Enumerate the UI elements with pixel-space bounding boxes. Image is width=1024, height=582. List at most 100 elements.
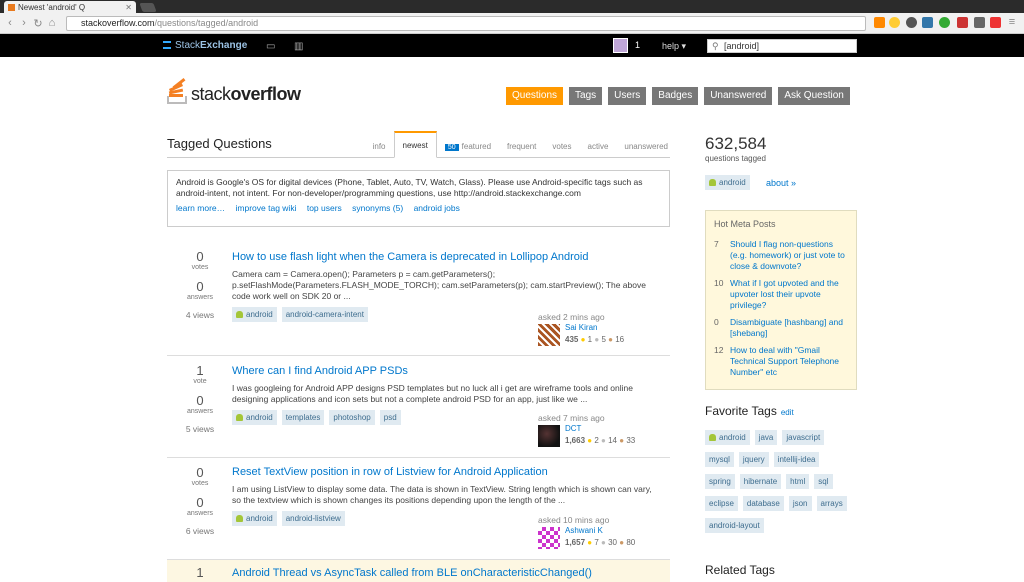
question-title-link[interactable]: Where can I find Android APP PSDs (232, 365, 408, 377)
favorite-tag[interactable]: hibernate (739, 474, 782, 489)
new-tab-button[interactable] (139, 3, 157, 12)
extension-icon[interactable] (922, 17, 933, 28)
extension-icon[interactable] (906, 17, 917, 28)
browser-tab[interactable]: Newest 'android' Q ✕ (4, 1, 136, 13)
extension-icon[interactable] (957, 17, 968, 28)
favorite-tag[interactable]: arrays (816, 496, 847, 511)
view-count: 4 views (185, 310, 215, 320)
tab-active[interactable]: active (580, 142, 617, 158)
inbox-icon[interactable]: ▭ (266, 41, 275, 52)
favorite-tag[interactable]: eclipse (705, 496, 738, 511)
user-avatar[interactable] (613, 38, 628, 53)
tag-templates[interactable]: templates (281, 410, 325, 425)
menu-icon[interactable]: ≡ (1005, 16, 1019, 28)
question-excerpt: Camera cam = Camera.open(); Parameters p… (232, 269, 646, 301)
meta-post-item: 12 How to deal with "Gmail Technical Supp… (714, 345, 848, 378)
top-users-link[interactable]: top users (307, 203, 342, 213)
asked-time: asked 10 mins ago (538, 515, 610, 525)
star-icon[interactable] (889, 17, 900, 28)
cloud-icon[interactable] (974, 17, 985, 28)
tag-android[interactable]: android (232, 307, 277, 322)
meta-post-link[interactable]: How to deal with "Gmail Technical Suppor… (730, 345, 848, 378)
favorite-tag[interactable]: sql (814, 474, 833, 489)
achievements-icon[interactable]: ▥ (294, 41, 303, 52)
tag-android-listview[interactable]: android-listview (281, 511, 345, 526)
favorite-tag[interactable]: jquery (738, 452, 769, 467)
stackoverflow-logo[interactable]: stackoverflow (167, 78, 301, 104)
featured-count-badge: 50 (444, 144, 459, 151)
answer-count: 0 (196, 393, 204, 408)
nav-users[interactable]: Users (608, 87, 647, 105)
stackexchange-logo[interactable]: StackExchange (163, 40, 247, 51)
answer-label: answers (186, 294, 214, 301)
synonyms-link[interactable]: synonyms (5) (352, 203, 403, 213)
tag-android-camera-intent[interactable]: android-camera-intent (281, 307, 368, 322)
tab-votes[interactable]: votes (544, 142, 579, 158)
tab-unanswered[interactable]: unanswered (616, 142, 670, 158)
android-jobs-link[interactable]: android jobs (414, 203, 460, 213)
ask-question-button[interactable]: Ask Question (778, 87, 850, 105)
sort-tabs: info newest 50 featured frequent votes ac… (365, 131, 670, 158)
address-bar[interactable]: stackoverflow.com/questions/tagged/andro… (66, 16, 866, 31)
tab-info[interactable]: info (365, 142, 394, 158)
favorite-tag[interactable]: java (754, 430, 778, 445)
question-title-link[interactable]: How to use flash light when the Camera i… (232, 251, 589, 263)
question-summary: 0 votes 0 answers 4 views How to use fla… (167, 242, 670, 356)
sidebar-tag-android[interactable]: android (705, 175, 750, 190)
home-icon[interactable]: ⌂ (45, 17, 59, 29)
owner-name-link[interactable]: DCT (565, 424, 581, 433)
nav-questions[interactable]: Questions (506, 87, 564, 105)
reload-icon[interactable]: ↻ (31, 17, 45, 30)
extension-icon[interactable] (939, 17, 950, 28)
silver-badge-icon: ● (601, 436, 606, 445)
favorite-tag[interactable]: javascript (782, 430, 825, 445)
tab-featured[interactable]: 50 featured (437, 142, 499, 158)
meta-post-link[interactable]: Disambiguate [hashbang] and [shebang] (730, 317, 848, 339)
nav-unanswered[interactable]: Unanswered (704, 87, 773, 105)
android-icon (709, 434, 716, 441)
owner-avatar[interactable] (538, 324, 560, 346)
back-icon[interactable]: ‹ (3, 17, 17, 29)
owner-avatar[interactable] (538, 425, 560, 447)
question-body: Android Thread vs AsyncTask called from … (232, 567, 662, 579)
owner-avatar[interactable] (538, 527, 560, 549)
tab-frequent[interactable]: frequent (499, 142, 544, 158)
favorite-tag[interactable]: android (705, 430, 750, 445)
rss-icon[interactable] (874, 17, 885, 28)
answer-count: 0 (196, 279, 204, 294)
nav-badges[interactable]: Badges (652, 87, 699, 105)
owner-name-link[interactable]: Sai Kiran (565, 323, 597, 332)
help-menu[interactable]: help ▾ (662, 41, 686, 52)
tag-android[interactable]: android (232, 410, 277, 425)
tab-newest[interactable]: newest (393, 131, 437, 158)
nav-tags[interactable]: Tags (569, 87, 603, 105)
learn-more-link[interactable]: learn more… (176, 203, 225, 213)
about-tag-link[interactable]: about » (766, 178, 796, 188)
stackexchange-topbar: StackExchange ▭ ▥ 1 help ▾ ⚲ [android] (0, 34, 1024, 57)
favorite-tag[interactable]: android-layout (705, 518, 764, 533)
tag-android[interactable]: android (232, 511, 277, 526)
favorite-tag[interactable]: database (742, 496, 784, 511)
forward-icon[interactable]: › (17, 17, 31, 29)
search-input[interactable]: ⚲ [android] (707, 39, 857, 53)
favorite-tag[interactable]: spring (705, 474, 735, 489)
meta-post-link[interactable]: Should I flag non-questions (e.g. homewo… (730, 239, 848, 272)
edit-favorite-tags-link[interactable]: edit (781, 408, 794, 417)
favorite-tag[interactable]: html (786, 474, 810, 489)
question-title-link[interactable]: Reset TextView position in row of Listvi… (232, 466, 548, 478)
close-tab-icon[interactable]: ✕ (125, 3, 132, 12)
improve-tag-wiki-link[interactable]: improve tag wiki (236, 203, 297, 213)
tagged-question-count: 632,584 (705, 134, 767, 153)
question-stats: 1 (175, 565, 225, 580)
owner-name-link[interactable]: Ashwani K (565, 526, 603, 535)
tag-psd[interactable]: psd (379, 410, 401, 425)
extension-icon[interactable] (990, 17, 1001, 28)
question-title-link[interactable]: Android Thread vs AsyncTask called from … (232, 567, 592, 579)
vote-count: 0 (196, 465, 204, 480)
favorite-tag[interactable]: intellij-idea (773, 452, 820, 467)
question-stats: 1 vote 0 answers 5 views (175, 363, 225, 434)
favorite-tag[interactable]: json (788, 496, 812, 511)
favorite-tag[interactable]: mysql (705, 452, 734, 467)
meta-post-link[interactable]: What if I got upvoted and the upvoter lo… (730, 278, 848, 311)
tag-photoshop[interactable]: photoshop (329, 410, 375, 425)
